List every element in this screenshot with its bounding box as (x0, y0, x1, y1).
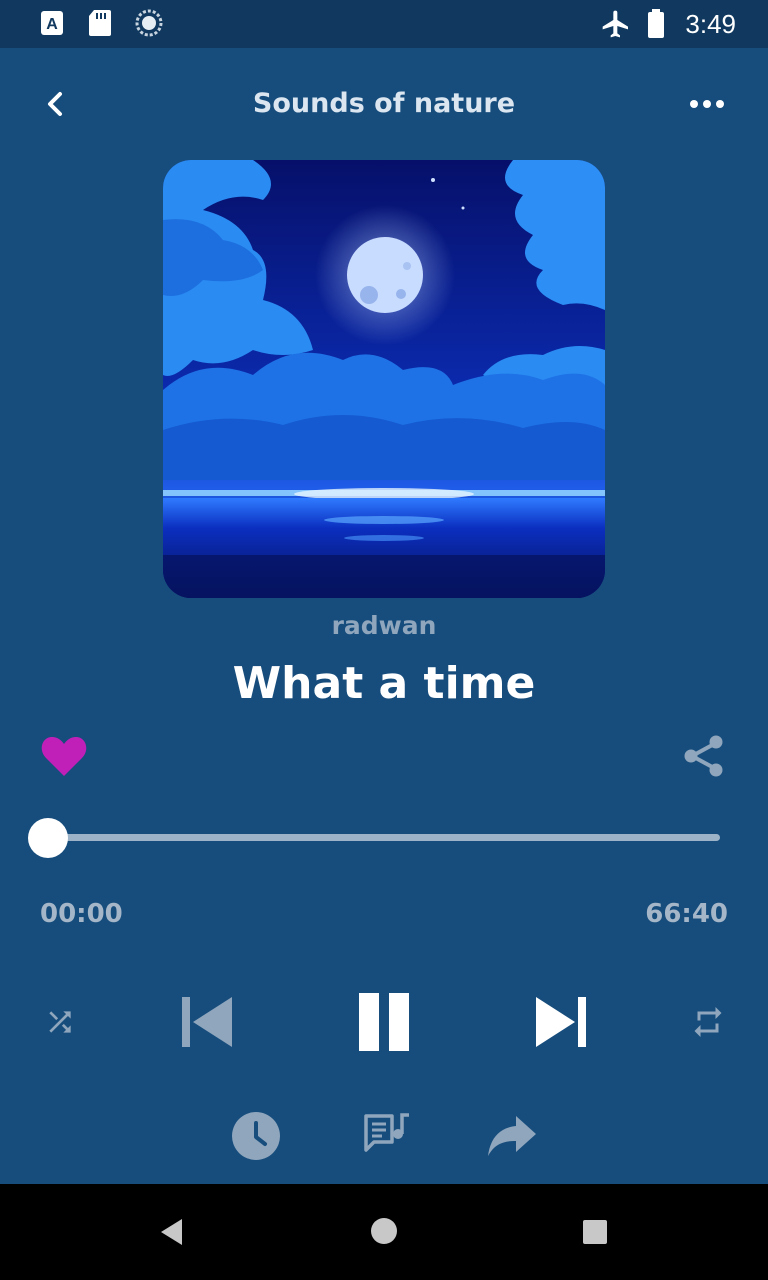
system-nav-bar (0, 1184, 768, 1280)
page-title: Sounds of nature (252, 88, 516, 119)
airplane-mode-icon (602, 10, 628, 38)
skip-previous-icon[interactable] (180, 994, 236, 1050)
elapsed-time: 00:00 (40, 899, 123, 929)
sleep-timer-icon[interactable] (232, 1112, 280, 1160)
app-bar: Sounds of nature (0, 48, 768, 160)
status-time: 3:49 (685, 9, 736, 39)
artist-name: radwan (331, 611, 437, 640)
nav-recents-icon[interactable] (582, 1219, 608, 1245)
nav-back-icon[interactable] (158, 1216, 186, 1248)
status-bar: A 3:49 (0, 0, 768, 48)
heart-icon[interactable] (40, 734, 88, 778)
skip-next-icon[interactable] (532, 994, 588, 1050)
lyrics-icon[interactable] (362, 1112, 410, 1156)
repeat-icon[interactable] (690, 1004, 726, 1040)
svg-text:A: A (46, 16, 58, 33)
progress-track[interactable] (48, 834, 720, 841)
album-artwork (163, 160, 605, 598)
pause-icon[interactable] (356, 992, 412, 1052)
nav-home-icon[interactable] (370, 1217, 398, 1245)
shuffle-icon[interactable] (44, 1006, 76, 1038)
song-title: What a time (232, 658, 536, 709)
forward-share-icon[interactable] (486, 1114, 538, 1158)
total-duration: 66:40 (645, 899, 728, 929)
more-horizontal-icon[interactable] (688, 84, 732, 124)
text-a-icon: A (41, 11, 63, 35)
sd-card-icon (89, 10, 111, 36)
battery-icon (648, 9, 664, 38)
progress-thumb[interactable] (28, 818, 68, 858)
sync-circle-icon (135, 9, 163, 37)
share-icon[interactable] (682, 734, 726, 778)
